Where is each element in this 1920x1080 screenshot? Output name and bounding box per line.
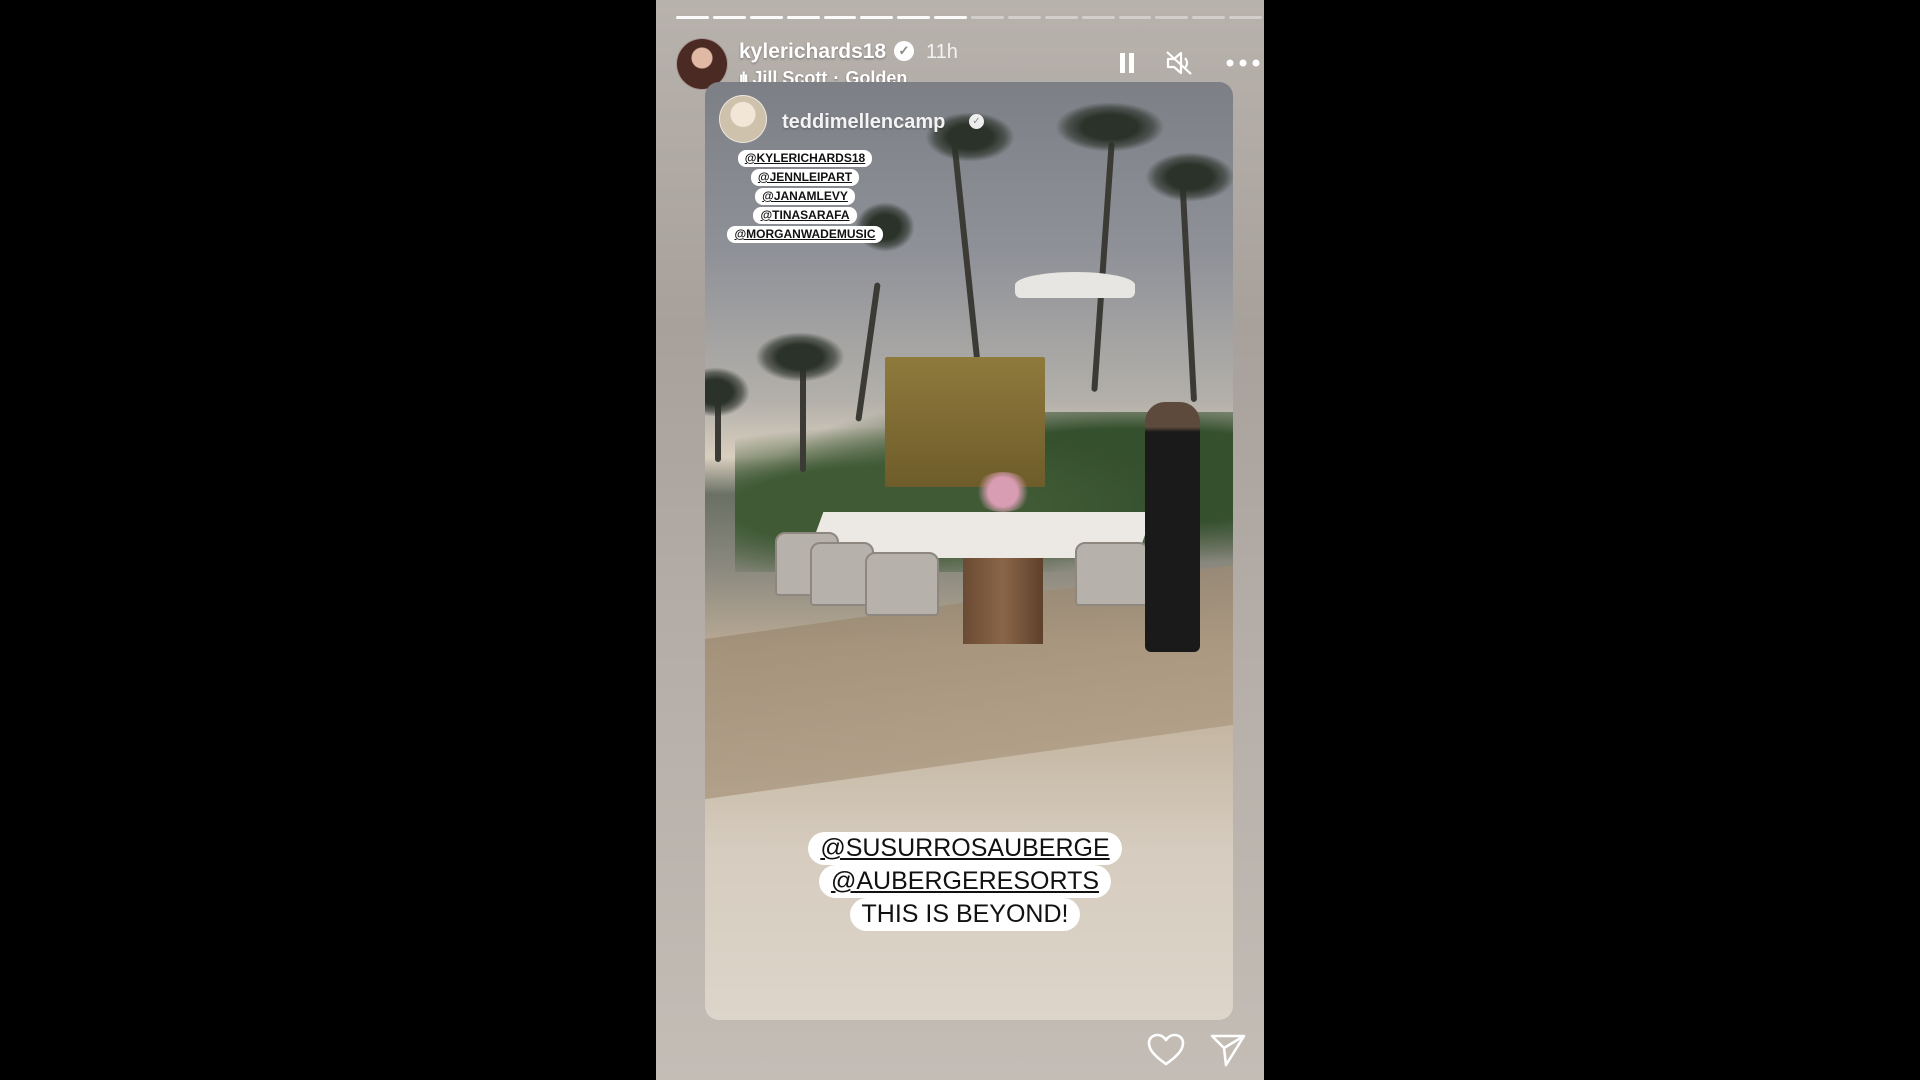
send-icon — [1210, 1034, 1246, 1067]
progress-segment — [676, 16, 709, 19]
reshare-username[interactable]: teddimellencamp — [782, 111, 945, 134]
scene-umbrella — [1015, 272, 1135, 298]
progress-segment — [934, 16, 967, 19]
verified-badge-icon: ✓ — [894, 41, 914, 61]
scene-person — [1145, 402, 1200, 652]
reshared-story-card[interactable]: teddimellencamp ✓ @KYLERICHARDS18 @JENNL… — [705, 82, 1233, 1020]
progress-segment — [860, 16, 894, 19]
pause-icon — [1120, 53, 1134, 73]
mention-sticker[interactable]: @MORGANWADEMUSIC — [727, 226, 883, 243]
mention-sticker[interactable]: @JENNLEIPART — [750, 169, 860, 186]
story-viewer: kylerichards18 ✓ 11h ılı Jill Scott · Go… — [656, 0, 1264, 1080]
caption-text: THIS IS BEYOND! — [849, 898, 1081, 931]
more-icon — [1226, 59, 1260, 67]
mute-button[interactable] — [1163, 46, 1197, 80]
mute-icon — [1166, 51, 1192, 75]
progress-segment — [1229, 16, 1262, 19]
mention-sticker[interactable]: @JANAMLEVY — [755, 188, 855, 205]
reshare-avatar[interactable] — [719, 95, 767, 143]
progress-segment — [786, 16, 820, 19]
progress-segment — [971, 16, 1004, 19]
caption-mention[interactable]: @AUBERGERESORTS — [818, 865, 1112, 898]
mention-sticker[interactable]: @TINASARAFA — [753, 207, 857, 224]
progress-segment — [712, 16, 746, 19]
caption-mention[interactable]: @SUSURROSAUBERGE — [808, 832, 1122, 865]
mention-stickers: @KYLERICHARDS18 @JENNLEIPART @JANAMLEVY … — [717, 150, 893, 243]
scene-chair — [1075, 542, 1149, 606]
scene-chair — [865, 552, 939, 616]
progress-segment — [1044, 16, 1078, 19]
like-button[interactable] — [1146, 1030, 1186, 1070]
reshare-verified-badge-icon: ✓ — [969, 114, 984, 129]
scene-backdrop — [885, 357, 1045, 487]
scene-table-base — [963, 554, 1043, 644]
story-username[interactable]: kylerichards18 — [739, 40, 886, 64]
progress-segment — [749, 16, 783, 19]
progress-segment — [1192, 16, 1226, 19]
scene-flowers — [973, 472, 1033, 512]
mention-sticker[interactable]: @KYLERICHARDS18 — [737, 150, 873, 167]
progress-segment — [1081, 16, 1115, 19]
progress-segment — [1155, 16, 1189, 19]
story-progress-bar — [676, 16, 1262, 19]
progress-segment — [897, 16, 931, 19]
progress-segment — [1118, 16, 1152, 19]
caption-sticker: @SUSURROSAUBERGE @AUBERGERESORTS THIS IS… — [805, 832, 1125, 931]
story-timestamp: 11h — [926, 41, 958, 63]
progress-segment — [823, 16, 857, 19]
heart-icon — [1147, 1033, 1185, 1066]
pause-button[interactable] — [1110, 46, 1144, 80]
progress-segment — [1007, 16, 1041, 19]
share-button[interactable] — [1208, 1030, 1248, 1070]
more-options-button[interactable] — [1226, 46, 1260, 80]
